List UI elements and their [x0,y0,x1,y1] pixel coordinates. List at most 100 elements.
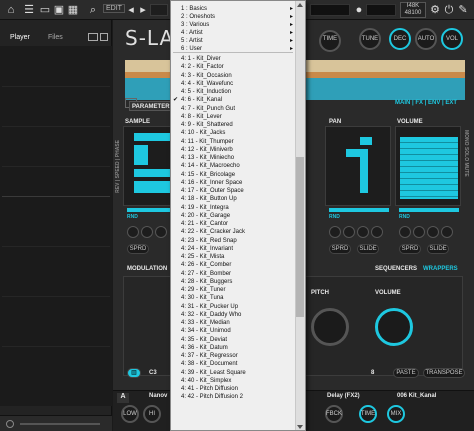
spread-volume-button[interactable]: SPRD [399,244,421,254]
menu-kit-item[interactable]: 4: 41 - Pitch Diffusion [171,385,295,393]
tab-player[interactable]: Player [10,32,30,44]
menu-kit-item[interactable]: 4: 28 - Kit_Buggers [171,278,295,286]
menu-kit-item[interactable]: 4: 12 - Kit_Miniverb [171,146,295,154]
pan-slider[interactable] [329,208,389,212]
menu-kit-item[interactable]: 4: 17 - Kit_Outer Space [171,187,295,195]
step-cell[interactable] [346,149,360,157]
window-icon[interactable] [100,33,108,41]
volume-mod-knob[interactable] [375,308,413,346]
menu-kit-item[interactable]: 4: 30 - Kit_Tuna [171,294,295,302]
step-toggle[interactable] [371,226,383,238]
search-icon[interactable]: ⌕ [86,3,100,17]
menu-kit-item[interactable]: 4: 38 - Kit_Document [171,360,295,368]
step-cell[interactable] [134,169,172,177]
menu-kit-item[interactable]: 4: 5 - Kit_Induction [171,88,295,96]
menu-kit-item[interactable]: 4: 13 - Kit_Miniecho [171,154,295,162]
menu-category-item[interactable]: 4 : Artist [171,29,295,37]
slide-pan-button[interactable]: SLIDE [357,244,379,254]
browser-list[interactable] [0,46,112,406]
step-toggle[interactable] [399,226,411,238]
menu-kit-item[interactable]: 4: 20 - Kit_Garage [171,212,295,220]
menu-kit-item[interactable]: 4: 18 - Kit_Button Up [171,195,295,203]
edit-button[interactable]: EDIT [103,4,125,13]
step-cell[interactable] [134,133,172,141]
step-toggle[interactable] [155,226,167,238]
wrappers-tab[interactable]: WRAPPERS [423,266,458,272]
menu-kit-item[interactable]: 4: 21 - Kit_Cantor [171,220,295,228]
record-icon[interactable]: ● [352,3,366,17]
menu-kit-item[interactable]: 4: 2 - Kit_Factor [171,63,295,71]
menu-kit-item[interactable]: 4: 4 - Kit_Wavefunc [171,80,295,88]
scroll-up-icon[interactable] [297,3,303,7]
step-toggle[interactable] [141,226,153,238]
paste-button[interactable]: PASTE [393,368,419,378]
kit-name-label[interactable]: 006 Kit_Kanal [397,393,436,399]
spread-sample-button[interactable]: SPRD [127,244,149,254]
pitch-knob[interactable] [311,308,349,346]
rnd-pan-label[interactable]: RND [329,214,340,220]
menu-kit-item[interactable]: 4: 8 - Kit_Lever [171,113,295,121]
menu-kit-item[interactable]: 4: 3 - Kit_Occasion [171,72,295,80]
rnd-volume-label[interactable]: RND [399,214,410,220]
step-cell[interactable] [134,181,172,193]
menu-kit-item[interactable]: 4: 26 - Kit_Comber [171,261,295,269]
menu-kit-item[interactable]: 4: 16 - Kit_Inner Space [171,179,295,187]
step-cell[interactable] [360,137,372,145]
sequencers-tab[interactable]: SEQUENCERS [375,266,417,272]
view-tabs[interactable]: MAIN | FX | ENV | EXT [395,100,457,106]
menu-kit-item[interactable]: 4: 7 - Kit_Punch Gut [171,105,295,113]
monitor-icon[interactable] [88,33,98,41]
step-toggle[interactable] [343,226,355,238]
menu-kit-item[interactable]: 4: 31 - Kit_Pucker Up [171,303,295,311]
step-toggle[interactable] [413,226,425,238]
menu-kit-item[interactable]: 4: 42 - Pitch Diffusion 2 [171,393,295,401]
menu-kit-item[interactable]: 4: 14 - Kit_Macroecho [171,162,295,170]
menu-kit-item[interactable]: 4: 34 - Kit_Unimod [171,327,295,335]
audio-icon[interactable] [6,420,14,428]
menu-category-item[interactable]: 5 : Artist [171,37,295,45]
delay-label[interactable]: Delay (FX2) [327,393,360,399]
menu-icon[interactable]: ☰ [22,3,36,17]
host-logo-icon[interactable]: ⌂ [4,3,18,17]
menu-kit-item[interactable]: 4: 35 - Kit_Deviat [171,336,295,344]
volume-step-grid[interactable] [395,126,461,206]
menu-scrollbar[interactable] [295,1,305,430]
prehear-slider[interactable] [20,423,100,425]
menu-kit-item[interactable]: 4: 29 - Kit_Tuner [171,286,295,294]
step-toggle[interactable] [329,226,341,238]
menu-kit-item[interactable]: 4: 24 - Kit_Invariant [171,245,295,253]
menu-kit-item[interactable]: 4: 39 - Kit_Least Square [171,369,295,377]
menu-kit-item[interactable]: 4: 10 - Kit_Jacks [171,129,295,137]
rnd-sample-label[interactable]: RND [127,214,138,220]
step-toggle[interactable] [427,226,439,238]
menu-kit-item[interactable]: 4: 23 - Kit_Red Snap [171,237,295,245]
transport-field[interactable] [150,4,168,16]
menu-kit-item[interactable]: 4: 1 - Kit_Diver [171,55,295,63]
menu-kit-item[interactable]: 4: 27 - Kit_Bomber [171,270,295,278]
menu-kit-item[interactable]: 4: 25 - Kit_Mista [171,253,295,261]
tab-files[interactable]: Files [48,32,63,44]
menu-kit-item[interactable]: 4: 22 - Kit_Cracker Jack [171,228,295,236]
module-a-button[interactable]: A [117,393,129,403]
sample-slider[interactable] [127,208,175,212]
scroll-thumb[interactable] [296,157,304,317]
menu-kit-item[interactable]: 4: 32 - Kit_Daddy Who [171,311,295,319]
pencil-icon[interactable]: ✎ [456,3,470,17]
save-icon[interactable]: ▣ [52,3,66,17]
grid-icon[interactable]: ▦ [66,3,80,17]
kit-preset-menu[interactable]: 1 : Basics 2 : Oneshots 3 : Various 4 : … [170,0,306,431]
step-toggle[interactable] [357,226,369,238]
transpose-button[interactable]: TRANSPOSE [423,368,465,378]
menu-kit-item[interactable]: 4: 33 - Kit_Median [171,319,295,327]
step-cell[interactable] [360,149,368,193]
scroll-down-icon[interactable] [297,425,303,429]
menu-category-item[interactable]: 1 : Basics [171,5,295,13]
menu-kit-item[interactable]: 4: 11 - Kit_Thumper [171,138,295,146]
menu-kit-item[interactable]: ✔ 4: 6 - Kit_Kanal [171,96,295,104]
menu-kit-item[interactable]: 4: 19 - Kit_Integra [171,204,295,212]
parameter-selector[interactable]: PARAMETER [129,101,173,111]
settings-icon[interactable]: ⚙ [428,3,442,17]
volume-slider[interactable] [399,208,459,212]
arrow-right-icon[interactable]: ▸ [136,3,150,17]
menu-kit-item[interactable]: 4: 15 - Kit_Bricolage [171,171,295,179]
